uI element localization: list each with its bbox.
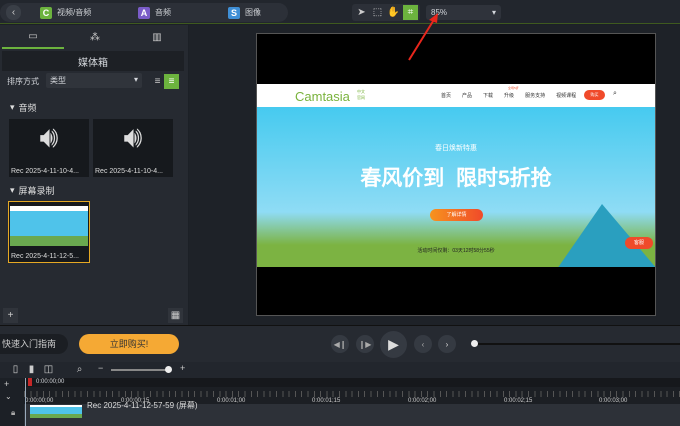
- pointer-icon[interactable]: ➤: [354, 5, 369, 20]
- site-logo: Camtasia: [295, 89, 350, 104]
- media-item-label: Rec 2025-4-11-10-4...: [95, 168, 163, 175]
- step-back-icon[interactable]: ◀❙: [331, 335, 349, 353]
- media-item-label: Rec 2025-4-11-10-4...: [11, 168, 79, 175]
- playhead-marker[interactable]: [28, 378, 32, 386]
- media-item-selected[interactable]: Rec 2025-4-11-12-5...: [8, 201, 90, 263]
- video-icon: C: [40, 6, 52, 19]
- tab-video-audio[interactable]: C 视频/音频: [40, 3, 91, 22]
- ruler-ticks: [24, 391, 680, 397]
- sort-asc-icon[interactable]: ≡: [150, 74, 165, 89]
- chat-button[interactable]: 客服: [625, 237, 653, 249]
- playhead-line: [25, 378, 26, 426]
- playhead-time: 0:00:00;00: [36, 379, 65, 385]
- next-icon[interactable]: ›: [438, 335, 456, 353]
- sort-desc-icon[interactable]: ≡: [164, 74, 179, 89]
- play-icon[interactable]: ▶: [380, 331, 407, 358]
- media-tab-icon[interactable]: ▭: [2, 25, 64, 49]
- top-toolbar: ‹ C 视频/音频 A 音频 S 图像 ➤ ⬚ ✋ ⌗ 85% ▾: [0, 0, 680, 24]
- media-item-label: Rec 2025-4-11-12-5...: [11, 253, 79, 260]
- audio-icon: A: [138, 6, 150, 19]
- media-item[interactable]: 🔊︎ Rec 2025-4-11-10-4...: [93, 119, 173, 177]
- speaker-icon: 🔊︎: [39, 121, 59, 154]
- tab-audio[interactable]: A 音频: [138, 3, 171, 22]
- track-1: Rec 2025-4-11-12-57-59 (屏幕): [24, 401, 680, 426]
- hand-icon[interactable]: ✋: [386, 5, 401, 20]
- chevron-down-icon: ▾: [133, 75, 138, 84]
- caret-down-icon: ▾: [10, 185, 15, 195]
- buy-now-button[interactable]: 立即购买!: [79, 334, 179, 354]
- zoom-out-icon[interactable]: −: [98, 363, 103, 373]
- zoom-icon[interactable]: ⌕: [72, 362, 87, 377]
- speaker-icon: 🔊︎: [123, 121, 143, 154]
- quickstart-guide-button[interactable]: 快速入门指南: [0, 334, 68, 354]
- thumbnail: [10, 206, 88, 246]
- library-tab-icon[interactable]: ⁂: [64, 25, 126, 49]
- clip-thumbnail[interactable]: [30, 405, 82, 418]
- media-item[interactable]: 🔊︎ Rec 2025-4-11-10-4...: [9, 119, 89, 177]
- annotations-tab-icon[interactable]: ▥: [126, 25, 188, 49]
- site-logo-sub: 中文官网: [357, 89, 365, 100]
- site-buy-button[interactable]: 购买: [584, 90, 605, 100]
- site-nav: 首页 产品 下载 升级 服务支持 视频课程: [441, 92, 576, 99]
- clip-label: Rec 2025-4-11-12-57-59 (屏幕): [87, 401, 198, 410]
- playback-bar: 快速入门指南 立即购买! ◀❙ ❙▶ ▶ ‹ ›: [0, 325, 680, 362]
- caret-down-icon: ▾: [10, 102, 15, 112]
- nav-badge: 全场5折: [508, 86, 519, 90]
- section-screen-recording[interactable]: ▾ 屏幕录制: [10, 184, 55, 197]
- search-icon[interactable]: ⌕: [613, 90, 617, 98]
- copy-icon[interactable]: ▯: [8, 362, 23, 377]
- lock-icon[interactable]: 🔒︎: [11, 408, 15, 418]
- image-icon: S: [228, 6, 240, 19]
- transform-icon[interactable]: ⬚: [370, 5, 385, 20]
- zoom-slider-handle[interactable]: [165, 366, 172, 373]
- step-forward-icon[interactable]: ❙▶: [356, 335, 374, 353]
- section-label: 屏幕录制: [18, 186, 55, 196]
- camera-icon[interactable]: [42, 362, 57, 377]
- playhead-strip: [24, 378, 680, 387]
- collapse-tracks-icon[interactable]: ⌄: [5, 392, 12, 401]
- timeline-toolbar: ▯ ▮ ◫ ⌕ − +: [0, 362, 680, 378]
- add-track-button[interactable]: +: [4, 379, 9, 389]
- sort-select[interactable]: 类型 ▾: [46, 73, 142, 88]
- media-bin-panel: ▭ ⁂ ▥ 媒体箱 排序方式 类型 ▾ ≡ ≡ ▾ 音频 🔊︎ Rec 2025-4-…: [0, 25, 188, 325]
- tab-label: 音频: [155, 8, 171, 17]
- scrub-bar[interactable]: [476, 343, 680, 345]
- nav-link[interactable]: 下载: [483, 92, 493, 99]
- paste-icon[interactable]: ▮: [24, 362, 39, 377]
- tab-label: 图像: [245, 8, 261, 17]
- red-arrow-annotation: [408, 13, 438, 61]
- nav-link[interactable]: 首页: [441, 92, 451, 99]
- chevron-down-icon: ▾: [491, 8, 496, 17]
- promo-subtitle: 春日焕新特惠: [435, 145, 477, 152]
- prev-icon[interactable]: ‹: [414, 335, 432, 353]
- zoom-slider[interactable]: [111, 369, 169, 371]
- tab-image[interactable]: S 图像: [228, 3, 261, 22]
- tab-label: 视频/音频: [57, 8, 92, 17]
- promo-headline: 春风价到 限时5折抢: [360, 167, 552, 190]
- nav-link[interactable]: 视频课程: [556, 92, 576, 99]
- grid-view-icon[interactable]: ▦: [168, 308, 183, 323]
- nav-link[interactable]: 产品: [462, 92, 472, 99]
- panel-title: 媒体箱: [2, 51, 184, 71]
- add-media-button[interactable]: +: [3, 308, 18, 323]
- web-page: Camtasia 中文官网 首页 产品 下载 升级 服务支持 视频课程 全场5折 购买 ⌕…: [257, 84, 655, 267]
- sort-value: 类型: [50, 76, 66, 85]
- zoom-in-icon[interactable]: +: [180, 363, 185, 373]
- canvas-area[interactable]: Camtasia 中文官网 首页 产品 下载 升级 服务支持 视频课程 全场5折 购买 ⌕…: [189, 25, 680, 325]
- nav-link[interactable]: 服务支持: [525, 92, 545, 99]
- preview-frame: Camtasia 中文官网 首页 产品 下载 升级 服务支持 视频课程 全场5折 购买 ⌕…: [256, 33, 656, 316]
- section-audio[interactable]: ▾ 音频: [10, 101, 37, 114]
- sort-label: 排序方式: [7, 77, 39, 86]
- section-label: 音频: [18, 103, 37, 113]
- learn-more-button[interactable]: 了解详情: [430, 209, 483, 221]
- collapse-left-button[interactable]: ‹: [6, 5, 21, 20]
- scrub-handle[interactable]: [471, 340, 478, 347]
- nav-link[interactable]: 升级: [504, 92, 514, 99]
- tent-image: [557, 204, 655, 267]
